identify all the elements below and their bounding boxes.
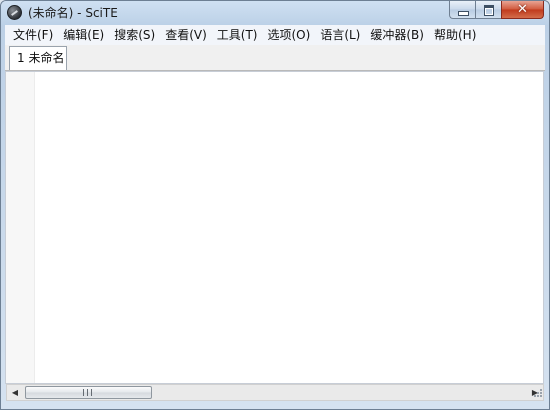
scite-app-icon[interactable] — [7, 5, 22, 20]
menu-edit[interactable]: 编辑(E) — [59, 26, 110, 44]
minimize-button[interactable] — [449, 1, 475, 19]
menu-language[interactable]: 语言(L) — [316, 26, 366, 44]
maximize-button[interactable] — [475, 1, 501, 19]
scite-window: (未命名) - SciTE ✕ 文件(F) 编辑(E) 搜索(S) 查看(V) … — [0, 0, 550, 410]
minimize-icon — [458, 11, 469, 16]
tab-strip: 1 未命名 — [5, 45, 545, 71]
editor-pane[interactable] — [5, 71, 544, 384]
tab-untitled[interactable]: 1 未命名 — [9, 46, 67, 70]
menu-buffers[interactable]: 缓冲器(B) — [366, 26, 430, 44]
menu-view[interactable]: 查看(V) — [161, 26, 213, 44]
menu-help[interactable]: 帮助(H) — [430, 26, 482, 44]
menu-options[interactable]: 选项(O) — [264, 26, 317, 44]
scrollbar-thumb[interactable] — [25, 386, 152, 399]
resize-grip-icon[interactable] — [529, 386, 543, 400]
menu-search[interactable]: 搜索(S) — [110, 26, 161, 44]
horizontal-scrollbar[interactable]: ◀ ▶ — [6, 384, 544, 401]
title-bar[interactable]: (未命名) - SciTE ✕ — [1, 1, 549, 25]
maximize-icon — [484, 5, 494, 16]
scroll-left-icon[interactable]: ◀ — [7, 385, 23, 400]
menu-tools[interactable]: 工具(T) — [213, 26, 264, 44]
window-title: (未命名) - SciTE — [28, 6, 118, 20]
menu-file[interactable]: 文件(F) — [9, 26, 59, 44]
grip-icon — [83, 389, 92, 396]
close-icon: ✕ — [517, 2, 528, 17]
close-button[interactable]: ✕ — [501, 1, 544, 19]
menu-bar: 文件(F) 编辑(E) 搜索(S) 查看(V) 工具(T) 选项(O) 语言(L… — [5, 25, 545, 46]
caption-buttons: ✕ — [449, 1, 544, 20]
line-number-gutter[interactable] — [6, 72, 35, 383]
